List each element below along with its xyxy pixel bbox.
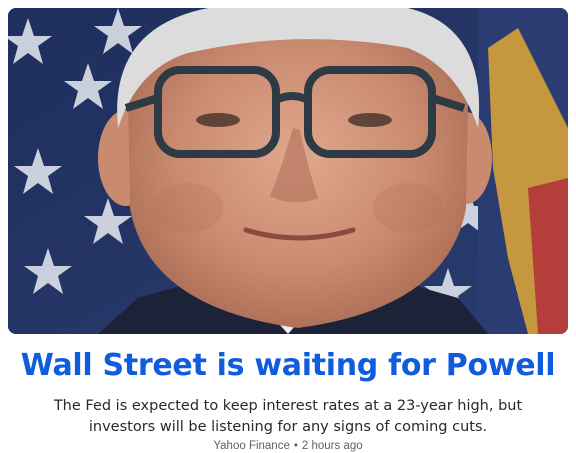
meta-separator: • <box>293 440 298 452</box>
news-card[interactable]: Wall Street is waiting for Powell The Fe… <box>0 0 576 453</box>
article-summary: The Fed is expected to keep interest rat… <box>53 398 523 435</box>
article-timestamp: 2 hours ago <box>301 440 363 452</box>
article-meta: Yahoo Finance • 2 hours ago <box>0 439 576 453</box>
article-source[interactable]: Yahoo Finance <box>213 440 290 452</box>
hero-image[interactable] <box>8 8 568 334</box>
flag-stripes <box>478 8 568 334</box>
article-headline[interactable]: Wall Street is waiting for Powell <box>0 345 576 387</box>
